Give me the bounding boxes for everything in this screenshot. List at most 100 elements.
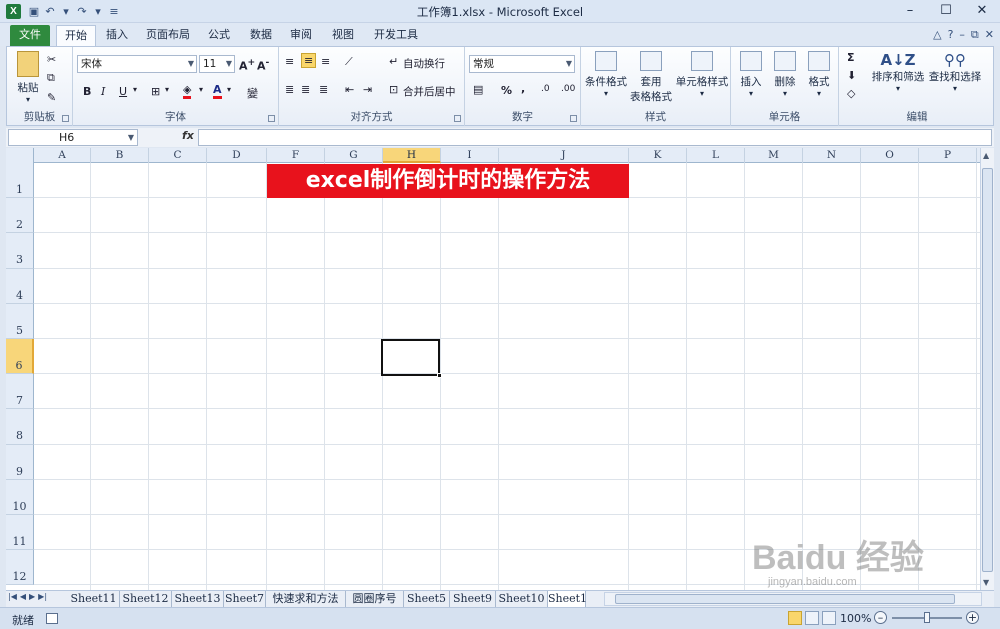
row-header-12[interactable]: 12 [6, 550, 34, 586]
tab-page-layout[interactable]: 页面布局 [140, 25, 196, 46]
insert-cells-button[interactable]: 插入 ▾ [735, 51, 767, 98]
sheet-tab[interactable]: Sheet5 [404, 591, 450, 607]
horizontal-scrollbar[interactable] [604, 592, 982, 606]
worksheet-grid[interactable]: ABCDFGHIJKLMNOP 1 2 3 4 5 6 7 8 9 10 11 12 excel制作倒计… [6, 148, 980, 590]
orientation-icon[interactable]: ⟋ [345, 55, 353, 69]
underline-button[interactable]: U [119, 85, 127, 98]
chevron-down-icon[interactable]: ▾ [199, 85, 203, 94]
align-center-icon[interactable]: ≣ [301, 83, 310, 96]
row-header-2[interactable]: 2 [6, 198, 34, 234]
row-header-10[interactable]: 10 [6, 479, 34, 515]
column-header-c[interactable]: C [149, 148, 207, 163]
bold-button[interactable]: B [83, 85, 91, 98]
name-box[interactable]: H6 ▼ [8, 129, 138, 146]
tab-developer[interactable]: 开发工具 [368, 25, 424, 46]
column-header-k[interactable]: K [629, 148, 687, 163]
maximize-button[interactable]: ☐ [928, 0, 964, 22]
tab-review[interactable]: 审阅 [284, 25, 318, 46]
column-header-l[interactable]: L [687, 148, 745, 163]
increase-font-icon[interactable]: A+ [239, 57, 255, 73]
wrap-text-button[interactable]: 自动换行 [403, 56, 445, 71]
tab-home[interactable]: 开始 [56, 25, 96, 46]
page-break-view-icon[interactable] [822, 611, 836, 625]
fill-handle[interactable] [437, 373, 442, 378]
column-header-d[interactable]: D [207, 148, 267, 163]
title-banner[interactable]: excel制作倒计时的操作方法 [267, 164, 629, 198]
column-header-p[interactable]: P [919, 148, 977, 163]
paste-button[interactable]: 粘贴 ▾ [13, 51, 43, 104]
column-header-m[interactable]: M [745, 148, 803, 163]
increase-decimal-icon[interactable]: .0 [541, 84, 550, 94]
row-header-9[interactable]: 9 [6, 444, 34, 480]
column-header-o[interactable]: O [861, 148, 919, 163]
last-sheet-icon[interactable]: ▶| [38, 592, 47, 601]
decrease-indent-icon[interactable]: ⇤ [345, 83, 354, 96]
chevron-down-icon[interactable]: ▾ [165, 85, 169, 94]
decrease-decimal-icon[interactable]: .00 [561, 84, 575, 94]
column-header-n[interactable]: N [803, 148, 861, 163]
dialog-launcher-icon[interactable] [268, 115, 275, 122]
sheet-tab[interactable]: 快速求和方法 [266, 591, 346, 607]
clear-icon[interactable]: ◇ [847, 87, 855, 100]
tab-view[interactable]: 视图 [326, 25, 360, 46]
column-header-j[interactable]: J [499, 148, 629, 163]
sheet-tab[interactable]: 圆圈序号 [346, 591, 404, 607]
cut-icon[interactable]: ✂ [47, 53, 56, 66]
increase-indent-icon[interactable]: ⇥ [363, 83, 372, 96]
doc-close-icon[interactable]: ✕ [985, 28, 994, 42]
format-painter-icon[interactable]: ✎ [47, 91, 56, 104]
sheet-tab[interactable]: Sheet9 [450, 591, 496, 607]
percent-button[interactable]: % [501, 84, 512, 97]
decrease-font-icon[interactable]: A- [257, 57, 269, 73]
sheet-tab[interactable]: Sheet11 [68, 591, 120, 607]
conditional-format-button[interactable]: 条件格式 ▾ [585, 51, 627, 98]
first-sheet-icon[interactable]: |◀ [8, 592, 17, 601]
wrap-text-icon[interactable]: ↵ [389, 55, 398, 68]
align-right-icon[interactable]: ≣ [319, 83, 328, 96]
row-header-8[interactable]: 8 [6, 409, 34, 445]
prev-sheet-icon[interactable]: ◀ [20, 592, 26, 601]
scroll-up-icon[interactable]: ▲ [983, 151, 989, 160]
chevron-down-icon[interactable]: ▾ [133, 85, 137, 94]
normal-view-icon[interactable] [788, 611, 802, 625]
dialog-launcher-icon[interactable] [570, 115, 577, 122]
zoom-level[interactable]: 100% [840, 612, 871, 625]
vertical-scrollbar[interactable]: ▲ ▼ [980, 148, 994, 590]
sort-filter-button[interactable]: A↓Z 排序和筛选 ▾ [871, 51, 925, 93]
zoom-in-button[interactable]: + [966, 611, 979, 624]
format-as-table-button[interactable]: 套用 表格格式 [629, 51, 673, 104]
close-button[interactable]: ✕ [964, 0, 1000, 22]
next-sheet-icon[interactable]: ▶ [29, 592, 35, 601]
tab-insert[interactable]: 插入 [100, 25, 134, 46]
font-name-select[interactable]: 宋体 ▼ [77, 55, 197, 73]
merge-icon[interactable]: ⊡ [389, 83, 398, 96]
merge-center-button[interactable]: 合并后居中 [403, 84, 456, 99]
fill-color-icon[interactable]: ◈ [183, 83, 192, 99]
currency-icon[interactable]: ▤ [473, 83, 483, 96]
row-header-3[interactable]: 3 [6, 233, 34, 269]
sheet-tab[interactable]: Sheet13 [172, 591, 224, 607]
borders-icon[interactable]: ⊞ [151, 85, 160, 98]
zoom-out-button[interactable]: – [874, 611, 887, 624]
sheet-tab[interactable]: Sheet12 [120, 591, 172, 607]
dialog-launcher-icon[interactable] [454, 115, 461, 122]
page-layout-view-icon[interactable] [805, 611, 819, 625]
row-header-7[interactable]: 7 [6, 374, 34, 410]
tab-data[interactable]: 数据 [244, 25, 278, 46]
find-select-button[interactable]: ⚲⚲ 查找和选择 ▾ [927, 51, 983, 93]
column-header-f[interactable]: F [267, 148, 325, 163]
scroll-thumb[interactable] [982, 168, 993, 572]
row-header-5[interactable]: 5 [6, 303, 34, 339]
row-header-4[interactable]: 4 [6, 268, 34, 304]
insert-function-button[interactable]: fx [182, 129, 194, 142]
zoom-slider-thumb[interactable] [924, 612, 930, 623]
align-top-icon[interactable]: ≡ [285, 55, 294, 68]
sheet-tab[interactable]: Sheet1 [548, 591, 587, 607]
row-header-1[interactable]: 1 [6, 163, 34, 199]
doc-minimize-icon[interactable]: – [959, 28, 965, 42]
column-header-i[interactable]: I [441, 148, 499, 163]
italic-button[interactable]: I [101, 85, 105, 98]
font-color-icon[interactable]: A [213, 83, 222, 99]
select-all-button[interactable] [6, 148, 34, 163]
tab-file[interactable]: 文件 [10, 25, 50, 46]
